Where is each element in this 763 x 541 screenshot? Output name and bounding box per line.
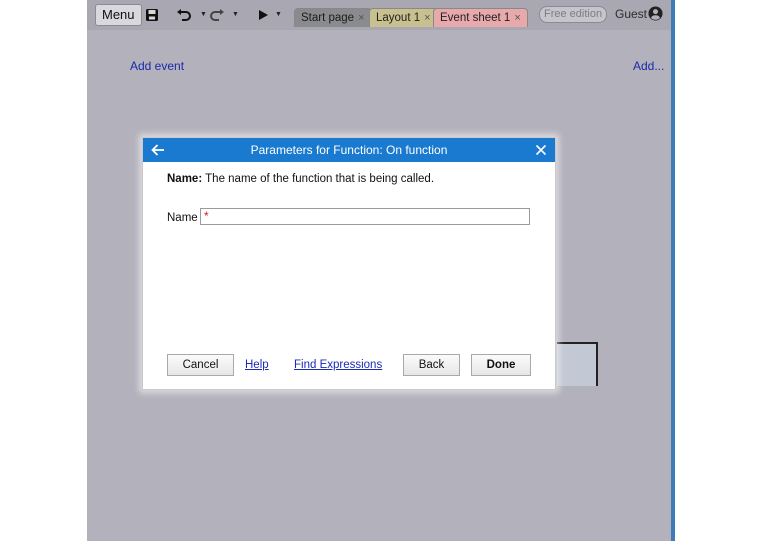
name-input[interactable] [200, 208, 530, 225]
redo-dropdown-icon[interactable]: ▼ [232, 11, 239, 18]
floppy-disk-icon[interactable] [142, 5, 162, 25]
undo-dropdown-icon[interactable]: ▼ [200, 11, 207, 18]
tab-label: Layout 1 [376, 12, 421, 24]
redo-icon[interactable] [207, 5, 227, 25]
play-icon[interactable] [253, 5, 273, 25]
tab-start-page[interactable]: Start page × [294, 8, 372, 27]
toolbar: Menu ▼ ▼ ▼ Start page × Layout 1 × Event s… [87, 0, 675, 30]
undo-icon[interactable] [174, 5, 194, 25]
user-avatar-icon[interactable] [648, 6, 663, 21]
background-event-block [557, 342, 598, 386]
done-button[interactable]: Done [471, 354, 531, 376]
add-event-link[interactable]: Add event [130, 59, 184, 73]
close-icon[interactable]: × [514, 12, 520, 24]
close-icon[interactable] [532, 141, 550, 159]
window-edge [671, 0, 675, 541]
dialog-title-bar: Parameters for Function: On function [143, 138, 555, 162]
cancel-button[interactable]: Cancel [167, 354, 234, 376]
parameter-name-label: Name: [167, 173, 203, 185]
user-label[interactable]: Guest [615, 7, 647, 21]
find-expressions-link[interactable]: Find Expressions [294, 359, 382, 371]
parameter-description: Name: The name of the function that is b… [167, 173, 434, 185]
tab-label: Event sheet 1 [440, 12, 511, 24]
help-link[interactable]: Help [245, 359, 269, 371]
close-icon[interactable]: × [424, 12, 430, 24]
back-button[interactable]: Back [403, 354, 460, 376]
free-edition-badge[interactable]: Free edition [539, 6, 608, 23]
tab-label: Start page [301, 12, 355, 24]
tab-layout-1[interactable]: Layout 1 × [369, 8, 438, 27]
add-more-link[interactable]: Add... [633, 59, 664, 73]
parameter-description-text: The name of the function that is being c… [202, 173, 435, 185]
menu-button[interactable]: Menu [95, 4, 142, 26]
parameters-dialog: Parameters for Function: On function Nam… [142, 137, 556, 390]
name-field-label: Name [167, 212, 198, 224]
tab-event-sheet-1[interactable]: Event sheet 1 × [433, 8, 528, 27]
dialog-title: Parameters for Function: On function [250, 143, 448, 157]
close-icon[interactable]: × [358, 12, 364, 24]
play-dropdown-icon[interactable]: ▼ [275, 11, 282, 18]
